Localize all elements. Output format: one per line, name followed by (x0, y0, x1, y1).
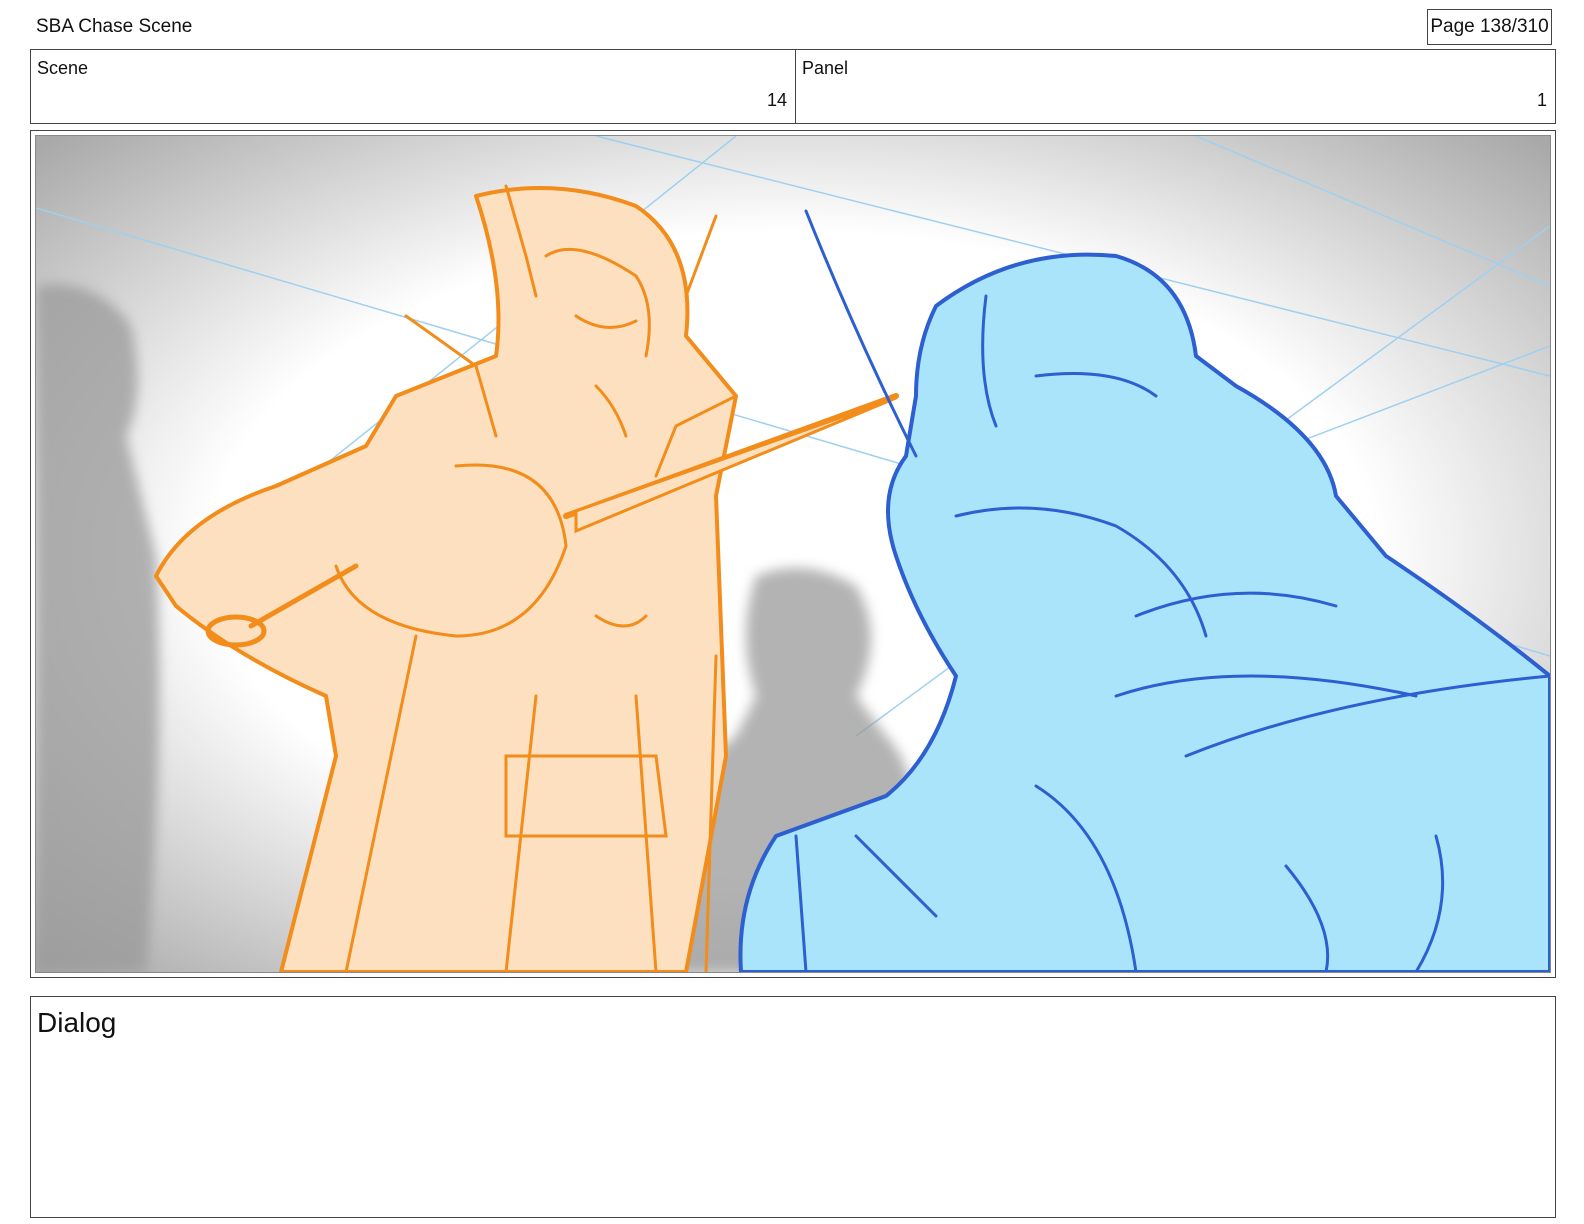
panel-cell: Panel 1 (796, 50, 1555, 123)
panel-label: Panel (802, 58, 849, 78)
dialog-label: Dialog (37, 1007, 117, 1038)
panel-number: 1 (1536, 90, 1547, 110)
scene-label: Scene (37, 58, 89, 78)
page-counter-label: Page 138/310 (1430, 16, 1549, 37)
page-counter: Page 138/310 (1427, 9, 1552, 45)
storyboard-sketch (36, 136, 1550, 972)
scene-number: 14 (766, 90, 787, 110)
scene-panel-info-row: Scene 14 Panel 1 (30, 49, 1556, 124)
scene-cell: Scene 14 (31, 50, 796, 123)
dialog-box: Dialog (30, 996, 1556, 1218)
storyboard-frame (35, 135, 1551, 973)
project-title: SBA Chase Scene (36, 16, 193, 37)
